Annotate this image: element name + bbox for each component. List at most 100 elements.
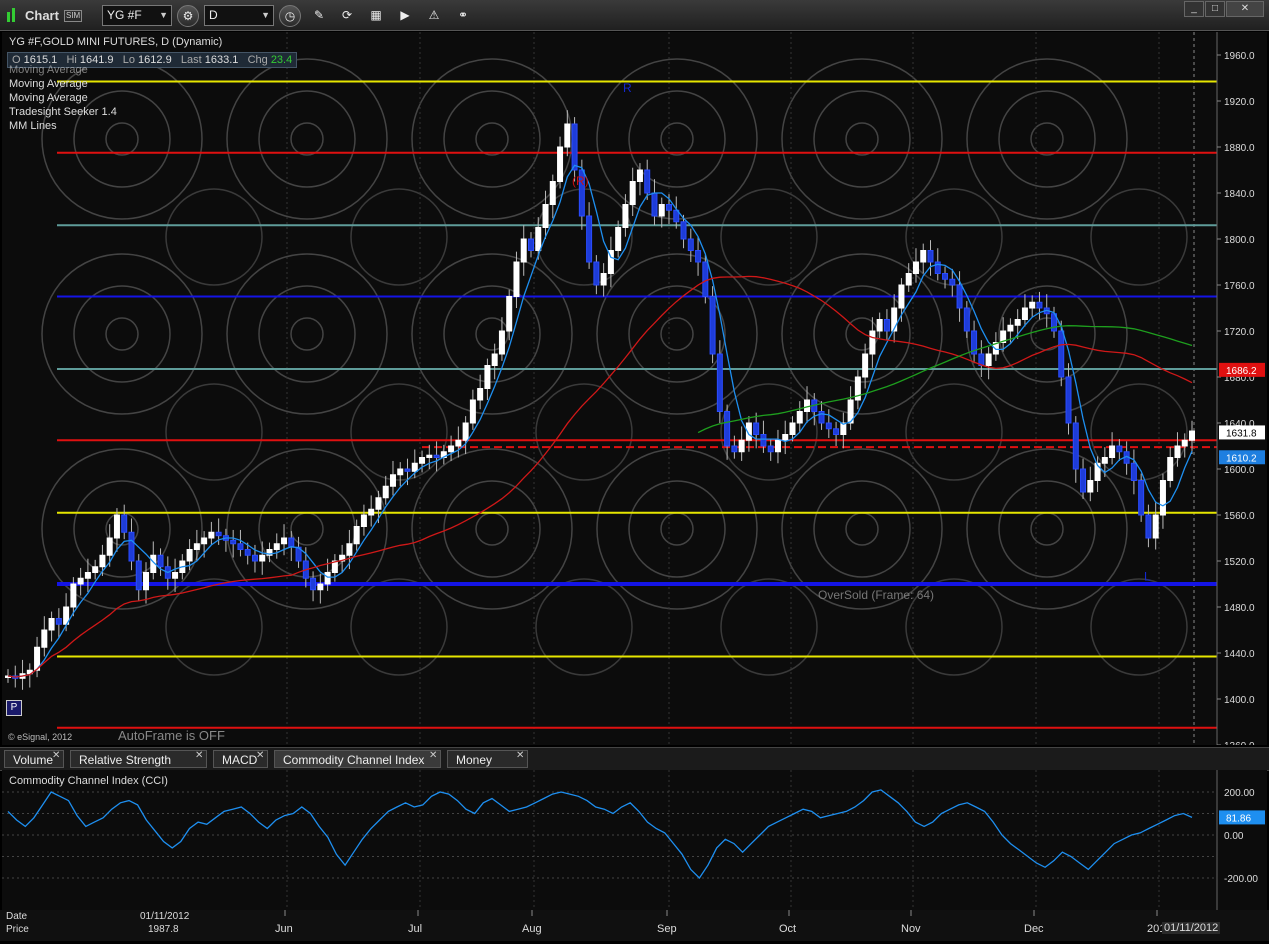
candle-body [426,454,433,459]
candle-body [128,531,135,562]
study-legend-1[interactable]: Moving Average [9,64,88,76]
low-label: Lo [122,54,135,66]
price-tick-label: 1600.0 [1224,465,1255,476]
candle-body [658,204,665,217]
candle-body [106,537,113,556]
tab-relative-strength-index[interactable]: Relative Strength Index [70,750,207,785]
candle-body [942,273,949,280]
tab-commodity-channel-index-cci[interactable]: Commodity Channel Index (CCI) [274,750,441,785]
alert-icon[interactable]: ⚠ [423,5,445,27]
time-tick-label: Sep [657,923,677,935]
circle-ornament [660,512,694,546]
maximize-button[interactable]: □ [1205,1,1225,17]
symbol-input[interactable]: YG #F ▼ [102,5,172,26]
candle-body [92,566,99,573]
cci-tick-label: 200.00 [1224,788,1255,799]
candle-body [622,204,629,228]
circle-ornament [73,285,171,383]
candle-body [375,497,382,510]
candle-body [695,250,702,263]
window-title: Chart [25,8,59,23]
study-legend-2[interactable]: Moving Average [9,78,88,90]
close-tab-icon[interactable]: ✕ [516,750,524,761]
autoframe-status: AutoFrame is OFF [118,728,225,743]
cci-chart[interactable]: 200.00 0.00 -200.00 81.86 [2,770,1267,910]
price-tick-label: 1520.0 [1224,557,1255,568]
time-tick-label: Jul [408,923,422,935]
price-chart-pane[interactable]: 1960.0 1920.0 1880.0 1840.0 1800.0 1760.0 1720… [2,32,1267,752]
candle-body [1080,468,1087,493]
close-button[interactable]: ✕ [1226,1,1264,17]
close-tab-icon[interactable]: ✕ [256,750,264,761]
candle-body [70,583,77,608]
candle-body [644,169,651,194]
candle-body [702,261,709,297]
study-legend-5[interactable]: MM Lines [9,120,57,132]
circle-ornament [258,90,356,188]
candle-body [586,215,593,263]
price-chart[interactable]: 1960.0 1920.0 1880.0 1840.0 1800.0 1760.0 1720… [2,32,1267,752]
candle-body [753,422,760,435]
interval-select[interactable]: D ▼ [204,5,274,26]
price-tick-label: 1720.0 [1224,327,1255,338]
candle-body [382,485,389,499]
ma-slow-line [697,325,1193,434]
candle-body [324,572,331,585]
symbol-settings-button[interactable]: ⚙ [177,5,199,27]
circle-ornament [998,480,1096,578]
refresh-icon[interactable]: ⟳ [336,5,358,27]
candle-body [571,123,578,171]
candle-body [310,577,317,591]
close-tab-icon[interactable]: ✕ [195,750,203,761]
candle-body [1138,480,1145,516]
cci-pane[interactable]: 200.00 0.00 -200.00 81.86 Commodity Channel… [2,770,1267,910]
price-tag-label: 1631.8 [1226,428,1257,439]
circle-ornament [475,512,509,546]
last-label: Last [180,54,202,66]
circle-ornament [905,383,1003,481]
candle-body [912,261,919,274]
close-tab-icon[interactable]: ✕ [429,750,437,761]
circle-ornament [720,188,818,286]
p-button[interactable]: P [6,700,22,716]
candle-body [1130,462,1137,481]
candle-body [898,284,905,309]
candle-body [782,434,789,441]
candle-body [1036,301,1043,309]
play-icon[interactable]: ▶ [394,5,416,27]
time-tick-label: Jun [275,923,293,935]
circle-ornament [628,480,726,578]
study-legend-4[interactable]: Tradesight Seeker 1.4 [9,106,117,118]
candle-body [389,474,396,487]
chart-settings-icon[interactable]: ▦ [365,5,387,27]
candle-body [237,543,244,550]
candle-body [99,554,106,568]
candle-body [411,462,418,472]
circle-ornament [226,58,388,220]
circle-ornament [813,480,911,578]
link-icon[interactable]: ⚭ [452,5,474,27]
candle-body [1181,439,1188,447]
ma-fast-line [7,164,1193,678]
draw-pencil-icon[interactable]: ✎ [308,5,330,27]
time-axis[interactable]: Jun Jul Aug Sep Oct Nov Dec 2012 Date 01/11/201… [0,910,1269,941]
close-tab-icon[interactable]: ✕ [52,750,60,761]
minimize-button[interactable]: _ [1184,1,1204,17]
clock-icon[interactable]: ◷ [279,5,301,27]
time-tick-label: Oct [779,923,796,935]
circle-ornament [226,253,388,415]
chg-label: Chg [247,54,268,66]
chevron-down-icon: ▼ [159,10,168,20]
candle-body [433,454,440,459]
candle-body [680,221,687,240]
candle-body [1072,422,1079,470]
candle-body [1087,480,1094,493]
study-legend-3[interactable]: Moving Average [9,92,88,104]
candle-body [636,169,643,182]
candle-body [738,439,745,453]
circle-ornament [411,58,573,220]
price-tick-label: 1960.0 [1224,51,1255,62]
candle-body [193,543,200,550]
candle-body [883,319,890,332]
candle-body [506,296,513,332]
